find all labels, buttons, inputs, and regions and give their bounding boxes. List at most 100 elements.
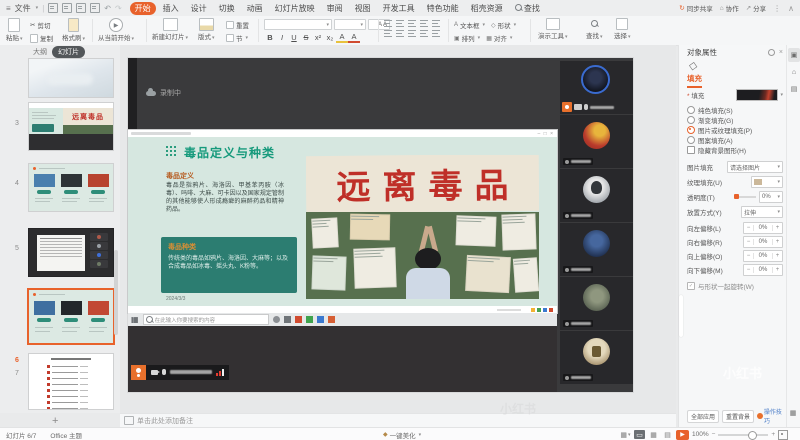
pin-icon[interactable]: [768, 49, 775, 56]
home-strip-icon[interactable]: ⌂: [788, 65, 800, 79]
slide-thumbnail-5[interactable]: [28, 228, 114, 277]
slide-thumbnail-7[interactable]: [28, 353, 114, 410]
font-name-select[interactable]: ▾: [264, 19, 332, 30]
tab-features[interactable]: 特色功能: [422, 2, 464, 15]
preview-icon[interactable]: [90, 3, 100, 13]
close-panel-icon[interactable]: ×: [779, 49, 783, 56]
format-painter-button[interactable]: 格式刷▾: [62, 18, 85, 42]
offset-left-stepper[interactable]: −0%+: [743, 222, 783, 234]
rotate-with-shape-checkbox[interactable]: ✓与形状一起旋转(W): [687, 281, 783, 291]
font-size-select[interactable]: ▾: [334, 19, 366, 30]
new-slide-button[interactable]: 新建幻灯片▾: [152, 18, 188, 41]
sync-share-button[interactable]: ↻同步共享: [679, 3, 712, 13]
tab-review[interactable]: 审阅: [322, 2, 348, 15]
fill-tab[interactable]: 填充: [687, 73, 702, 88]
tab-docer[interactable]: 稻壳资源: [466, 2, 508, 15]
transparency-slider[interactable]: [734, 196, 756, 198]
object-properties-strip-icon[interactable]: ▣: [788, 48, 800, 62]
add-slide-button[interactable]: +: [52, 415, 58, 427]
line-spacing-icon[interactable]: [432, 20, 441, 27]
zoom-in-button[interactable]: +: [771, 431, 775, 438]
collaborate-button[interactable]: ⌂协作: [720, 3, 739, 13]
fit-slide-button[interactable]: [778, 430, 788, 440]
align-right-icon[interactable]: [408, 30, 417, 37]
share-button[interactable]: ↗分享: [746, 3, 766, 13]
text-box-button[interactable]: A文本框▾: [454, 20, 485, 30]
arrange-button[interactable]: ▣排列▾: [454, 33, 480, 43]
tab-animation[interactable]: 动画: [242, 2, 268, 15]
texture-fill-dropdown[interactable]: ▾: [751, 176, 783, 188]
tab-design[interactable]: 设计: [186, 2, 212, 15]
offset-right-stepper[interactable]: −0%+: [743, 236, 783, 248]
fill-preview-dropdown[interactable]: ▾: [736, 89, 783, 101]
panel-scrollbar[interactable]: [679, 295, 683, 337]
beautify-button[interactable]: ◆ 一键美化▾: [383, 430, 421, 440]
hide-background-checkbox[interactable]: 隐藏背景图形(H): [687, 145, 783, 155]
align-button[interactable]: ▦对齐▾: [486, 33, 512, 43]
reading-view-icon[interactable]: ▤: [662, 430, 673, 439]
more-menu-icon[interactable]: ⋮: [773, 4, 781, 13]
reset-button[interactable]: 重置: [226, 20, 249, 30]
picture-fill-dropdown[interactable]: 请选择图片▾: [727, 161, 783, 173]
tab-slideshow[interactable]: 幻灯片放映: [270, 2, 320, 15]
indent-decrease-icon[interactable]: [408, 20, 417, 27]
fill-option-picture[interactable]: 图片或纹理填充(P): [687, 125, 783, 135]
tab-insert[interactable]: 插入: [158, 2, 184, 15]
present-tools-button[interactable]: 演示工具▾: [538, 18, 568, 40]
tab-view[interactable]: 视图: [350, 2, 376, 15]
collapse-ribbon-icon[interactable]: ∧: [788, 4, 794, 13]
highlight-color-button[interactable]: A: [336, 32, 348, 43]
underline-button[interactable]: U: [288, 33, 300, 42]
normal-view-icon[interactable]: ▭: [634, 430, 645, 439]
subscript-button[interactable]: x₂: [324, 33, 336, 42]
tab-slides[interactable]: 幻灯片: [52, 46, 85, 58]
tab-developer[interactable]: 开发工具: [378, 2, 420, 15]
find-button[interactable]: 查找▾: [586, 18, 603, 40]
transparency-value[interactable]: 0%▾: [759, 191, 783, 203]
layout-button[interactable]: 版式▾: [198, 18, 215, 41]
bullet-list-icon[interactable]: [384, 20, 393, 27]
superscript-button[interactable]: x²: [312, 33, 324, 42]
sorter-view-icon[interactable]: ▦: [648, 430, 659, 439]
tab-transition[interactable]: 切换: [214, 2, 240, 15]
save-icon[interactable]: [48, 3, 58, 13]
placement-dropdown[interactable]: 拉伸▾: [741, 206, 783, 218]
tab-outline[interactable]: 大纲: [33, 47, 47, 57]
justify-icon[interactable]: [420, 30, 429, 37]
clipboard-strip-icon[interactable]: ▤: [788, 82, 800, 96]
tips-link[interactable]: 操作技巧: [757, 407, 787, 425]
reset-background-button[interactable]: 重置背景: [722, 410, 754, 423]
apply-all-button[interactable]: 全部应用: [687, 410, 719, 423]
print-icon[interactable]: [76, 3, 86, 13]
redo-icon[interactable]: ↷: [115, 4, 122, 13]
output-icon[interactable]: [62, 3, 72, 13]
italic-button[interactable]: I: [276, 33, 288, 42]
thumbnail-scrollbar[interactable]: [114, 250, 118, 335]
offset-up-stepper[interactable]: −0%+: [743, 250, 783, 262]
cut-button[interactable]: ✂剪切: [30, 20, 53, 30]
font-color-button[interactable]: A: [348, 32, 360, 43]
pane-switcher-icon[interactable]: ▦: [787, 406, 799, 420]
offset-down-stepper[interactable]: −0%+: [743, 264, 783, 276]
play-from-current-button[interactable]: ▶ 从当前开始▾: [98, 18, 134, 42]
notes-toggle-icon[interactable]: ▦▾: [620, 430, 631, 439]
slide-thumbnail-3[interactable]: 远离毒品: [28, 102, 114, 151]
paste-button[interactable]: 粘贴▾: [6, 18, 23, 42]
shape-button[interactable]: ◇形状▾: [491, 20, 516, 30]
global-find[interactable]: 查找: [510, 2, 545, 15]
indent-increase-icon[interactable]: [420, 20, 429, 27]
bold-button[interactable]: B: [264, 33, 276, 42]
zoom-level[interactable]: 100%: [692, 431, 709, 438]
zoom-slider-handle[interactable]: [748, 431, 757, 440]
notes-bar[interactable]: 单击此处添加备注: [120, 413, 676, 427]
section-button[interactable]: 节▾: [226, 33, 249, 43]
slide-thumbnail-2[interactable]: [28, 58, 114, 98]
fill-option-pattern[interactable]: 图案填充(A): [687, 135, 783, 145]
strikethrough-button[interactable]: S: [300, 33, 312, 42]
select-button[interactable]: 选择▾: [614, 18, 631, 40]
zoom-slider[interactable]: [718, 434, 768, 436]
zoom-out-button[interactable]: −: [712, 431, 716, 438]
hamburger-menu-icon[interactable]: ≡: [6, 4, 11, 13]
play-slideshow-button[interactable]: ▶: [676, 430, 689, 440]
align-left-icon[interactable]: [384, 30, 393, 37]
